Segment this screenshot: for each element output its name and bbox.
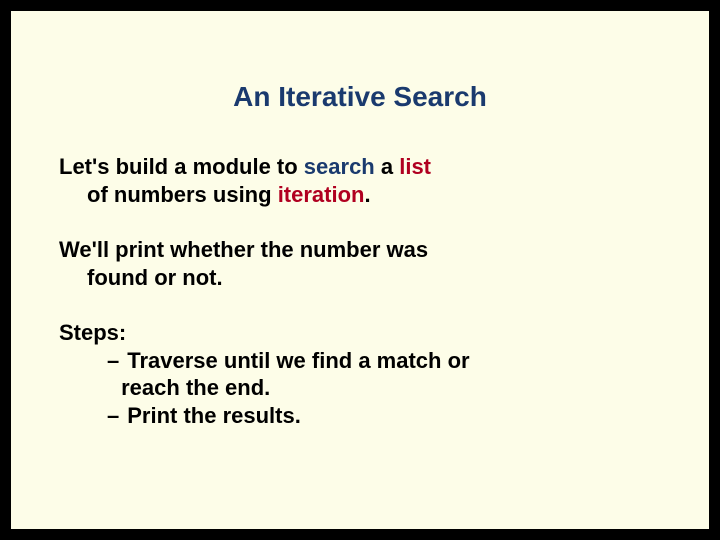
intro-line-2: of numbers using iteration.: [59, 181, 661, 209]
print-line-1: We'll print whether the number was: [59, 236, 661, 264]
bullet-1-cont: reach the end.: [107, 374, 661, 402]
slide: An Iterative Search Let's build a module…: [8, 8, 712, 532]
keyword-iteration: iteration.: [278, 182, 371, 207]
text-fragment: a: [375, 154, 399, 179]
keyword-list: list: [399, 154, 431, 179]
bullet-text: reach the end.: [121, 374, 661, 402]
bullet-dash: –: [107, 347, 127, 375]
intro-line-1: Let's build a module to search a list: [59, 153, 661, 181]
paragraph-print: We'll print whether the number was found…: [59, 236, 661, 291]
bullet-text: Print the results.: [127, 402, 661, 430]
keyword-search: search: [304, 154, 375, 179]
slide-body: Let's build a module to search a list of…: [59, 153, 661, 429]
slide-title: An Iterative Search: [59, 81, 661, 113]
steps-bullets: – Traverse until we find a match or reac…: [59, 347, 661, 430]
bullet-2: – Print the results.: [107, 402, 661, 430]
text-fragment: Let's build a module to: [59, 154, 304, 179]
paragraph-intro: Let's build a module to search a list of…: [59, 153, 661, 208]
text-fragment: of numbers using: [87, 182, 278, 207]
bullet-text: Traverse until we find a match or: [127, 347, 661, 375]
bullet-dash-spacer: [107, 374, 121, 402]
bullet-1: – Traverse until we find a match or: [107, 347, 661, 375]
paragraph-steps: Steps: – Traverse until we find a match …: [59, 319, 661, 429]
bullet-dash: –: [107, 402, 127, 430]
steps-label: Steps:: [59, 319, 661, 347]
print-line-2: found or not.: [59, 264, 661, 292]
